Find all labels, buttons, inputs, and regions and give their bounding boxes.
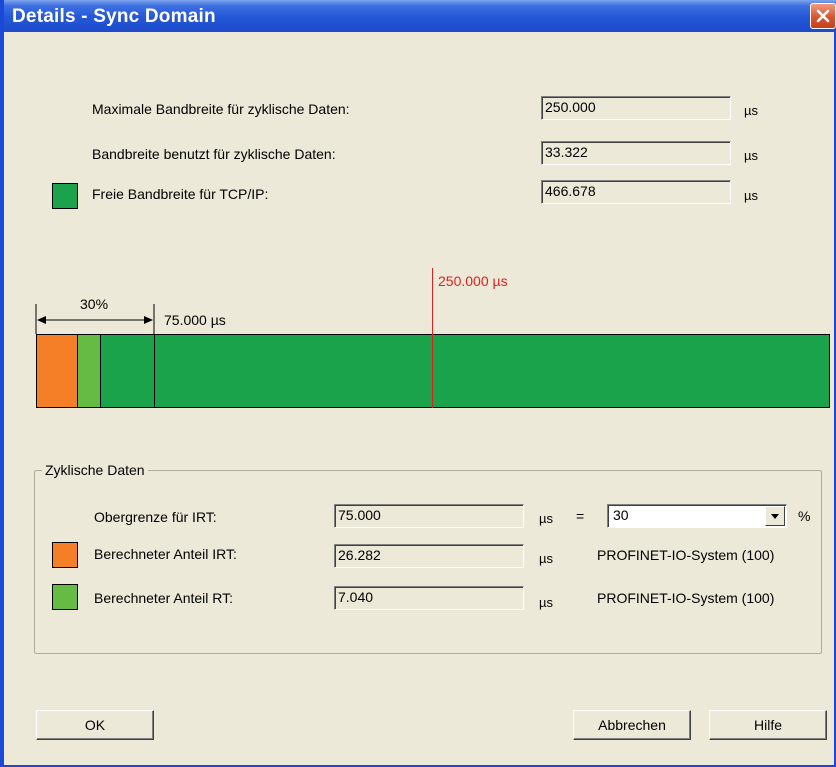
cancel-button[interactable]: Abbrechen — [573, 710, 691, 740]
close-icon — [816, 9, 830, 23]
equals-sign: = — [576, 508, 585, 524]
irt-calc-label: Berechneter Anteil IRT: — [94, 546, 237, 562]
cycle-marker-line — [432, 268, 433, 408]
used-bandwidth-label: Bandbreite benutzt für zyklische Daten: — [92, 146, 336, 162]
rt-calc-field: 7.040 — [334, 586, 524, 610]
irt-limit-marker-label: 75.000 µs — [164, 312, 226, 328]
close-button[interactable] — [810, 3, 836, 29]
rt-system-label: PROFINET-IO-System (100) — [597, 590, 775, 606]
irt-percent-label: 30% — [80, 296, 109, 312]
irt-limit-label: Obergrenze für IRT: — [94, 509, 217, 525]
ok-button[interactable]: OK — [36, 710, 154, 740]
bar-irt-limit-line — [154, 334, 155, 408]
free-bandwidth-field: 466.678 — [541, 180, 731, 204]
bar-free-segment — [36, 334, 830, 408]
rt-calc-label: Berechneter Anteil RT: — [94, 590, 234, 606]
free-bandwidth-unit: µs — [744, 188, 758, 203]
chevron-down-icon — [771, 514, 779, 519]
title-bar[interactable]: Details - Sync Domain — [4, 0, 836, 32]
used-bandwidth-unit: µs — [744, 148, 758, 163]
irt-calc-unit: µs — [539, 551, 553, 566]
bar-irt-segment — [36, 334, 78, 408]
irt-percent-value: 30 — [613, 507, 629, 523]
help-button[interactable]: Hilfe — [709, 710, 827, 740]
cyclic-data-group-title: Zyklische Daten — [42, 462, 148, 478]
window-title: Details - Sync Domain — [12, 6, 216, 27]
irt-limit-unit: µs — [539, 511, 553, 526]
cycle-marker-label: 250.000 µs — [438, 273, 508, 289]
used-bandwidth-field: 33.322 — [541, 141, 731, 165]
max-bandwidth-label: Maximale Bandbreite für zyklische Daten: — [92, 101, 350, 117]
irt-swatch — [52, 542, 78, 568]
irt-percent-select[interactable]: 30 — [607, 504, 787, 528]
dialog-window: Details - Sync Domain Maximale Bandbreit… — [0, 0, 836, 767]
free-bandwidth-swatch — [52, 183, 78, 209]
irt-system-label: PROFINET-IO-System (100) — [597, 547, 775, 563]
max-bandwidth-unit: µs — [744, 103, 758, 118]
rt-swatch — [52, 584, 78, 610]
free-bandwidth-label: Freie Bandbreite für TCP/IP: — [92, 186, 269, 202]
bar-rt-segment — [77, 334, 101, 408]
irt-calc-field: 26.282 — [334, 544, 524, 568]
rt-calc-unit: µs — [539, 595, 553, 610]
percent-sign: % — [798, 508, 811, 524]
max-bandwidth-field: 250.000 — [541, 96, 731, 120]
irt-limit-field: 75.000 — [334, 504, 524, 528]
dropdown-button[interactable] — [765, 506, 785, 526]
